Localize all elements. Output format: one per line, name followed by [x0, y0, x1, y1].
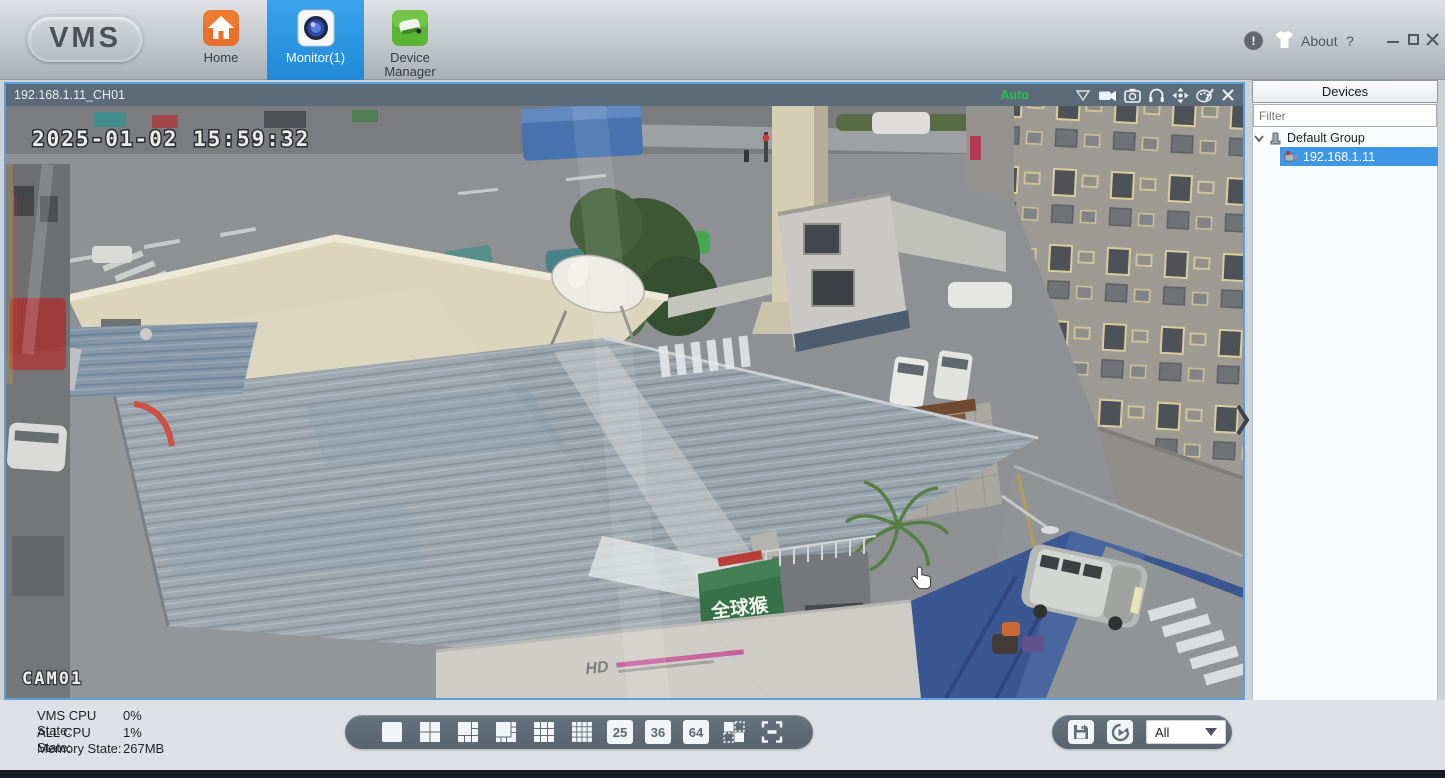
- home-icon: [202, 9, 240, 47]
- minimize-button[interactable]: [1387, 41, 1399, 43]
- layout-4-button[interactable]: [417, 719, 443, 745]
- vms-logo-text: VMS: [49, 22, 121, 55]
- layout-16-button[interactable]: [569, 719, 595, 745]
- status-all-cpu: ALL CPU State: 1%: [37, 725, 142, 742]
- video-scene: 全球猴 娱乐 HD: [6, 106, 1243, 698]
- fullscreen-button[interactable]: [759, 719, 785, 745]
- close-window-button[interactable]: [1426, 33, 1439, 46]
- stream-type-value: All: [1155, 725, 1169, 740]
- audio-headphones-icon[interactable]: [1148, 87, 1165, 103]
- layout-toolbar: 25 36 64: [345, 715, 813, 749]
- panel-collapse-handle[interactable]: [1235, 400, 1251, 440]
- stream-mode-label[interactable]: Auto: [1001, 88, 1029, 102]
- tab-home[interactable]: Home: [186, 0, 256, 80]
- stream-triangle-icon[interactable]: [1075, 88, 1091, 102]
- osd-camera-label: CAM01: [22, 669, 83, 689]
- monitor-icon: [297, 9, 335, 47]
- skin-theme-icon[interactable]: [1273, 29, 1296, 51]
- chevron-down-icon[interactable]: [1254, 133, 1264, 143]
- tab-device-manager-label: Device Manager: [368, 51, 452, 79]
- stream-toolbar: All: [1052, 715, 1232, 749]
- tree-group-default[interactable]: Default Group: [1254, 129, 1436, 147]
- layout-9-button[interactable]: [531, 719, 557, 745]
- ptz-control-icon[interactable]: [1172, 87, 1189, 104]
- about-button[interactable]: About: [1301, 33, 1338, 49]
- vms-window: VMS Home Monitor(1): [0, 0, 1445, 778]
- tab-home-label: Home: [204, 51, 239, 65]
- record-camera-icon[interactable]: [1098, 88, 1117, 103]
- tab-device-manager[interactable]: Device Manager: [368, 0, 452, 80]
- osd-timestamp: 2025-01-02 15:59:32: [32, 127, 310, 151]
- layout-25-button[interactable]: 25: [607, 720, 633, 744]
- layout-1-button[interactable]: [379, 719, 405, 745]
- device-camera-icon: [1284, 150, 1298, 163]
- status-vms-cpu: VMS CPU State: 0%: [37, 708, 142, 725]
- tree-group-label: Default Group: [1287, 131, 1365, 145]
- status-all-cpu-value: 1%: [123, 725, 142, 742]
- devices-panel-header: Devices: [1252, 80, 1438, 103]
- layout-8-button[interactable]: [493, 719, 519, 745]
- layout-6-button[interactable]: [455, 719, 481, 745]
- top-toolbar: VMS Home Monitor(1): [0, 0, 1445, 80]
- color-palette-icon[interactable]: [1196, 87, 1214, 103]
- layout-64-button[interactable]: 64: [683, 720, 709, 744]
- tab-monitor[interactable]: Monitor(1): [267, 0, 364, 80]
- video-titlebar: 192.168.1.11_CH01 Auto: [6, 84, 1243, 106]
- close-video-icon[interactable]: [1221, 88, 1235, 102]
- layout-custom-button[interactable]: [721, 719, 747, 745]
- tree-device-item[interactable]: 192.168.1.11: [1280, 147, 1438, 166]
- status-vms-cpu-value: 0%: [123, 708, 142, 725]
- video-tile[interactable]: 192.168.1.11_CH01 Auto: [4, 82, 1245, 700]
- save-view-button[interactable]: [1068, 720, 1094, 744]
- status-memory-value: 267MB: [123, 741, 164, 758]
- alert-icon[interactable]: !: [1244, 31, 1263, 50]
- help-button[interactable]: ?: [1346, 33, 1354, 49]
- loop-play-button[interactable]: [1107, 720, 1133, 744]
- layout-36-button[interactable]: 36: [645, 720, 671, 744]
- devices-panel: [1252, 80, 1438, 770]
- vms-logo: VMS: [27, 15, 143, 62]
- device-manager-icon: [391, 9, 429, 47]
- maximize-button[interactable]: [1408, 34, 1419, 45]
- video-title: 192.168.1.11_CH01: [14, 88, 125, 102]
- window-bottom-edge: [0, 770, 1445, 778]
- snapshot-icon[interactable]: [1124, 88, 1141, 103]
- tab-monitor-label: Monitor(1): [286, 51, 345, 65]
- tree-device-label: 192.168.1.11: [1303, 150, 1375, 164]
- group-icon: [1268, 131, 1283, 146]
- select-caret-icon: [1205, 728, 1217, 736]
- stream-type-select[interactable]: All: [1146, 720, 1226, 744]
- filter-input[interactable]: [1253, 104, 1437, 127]
- status-memory: Memory State: 267MB: [37, 741, 164, 758]
